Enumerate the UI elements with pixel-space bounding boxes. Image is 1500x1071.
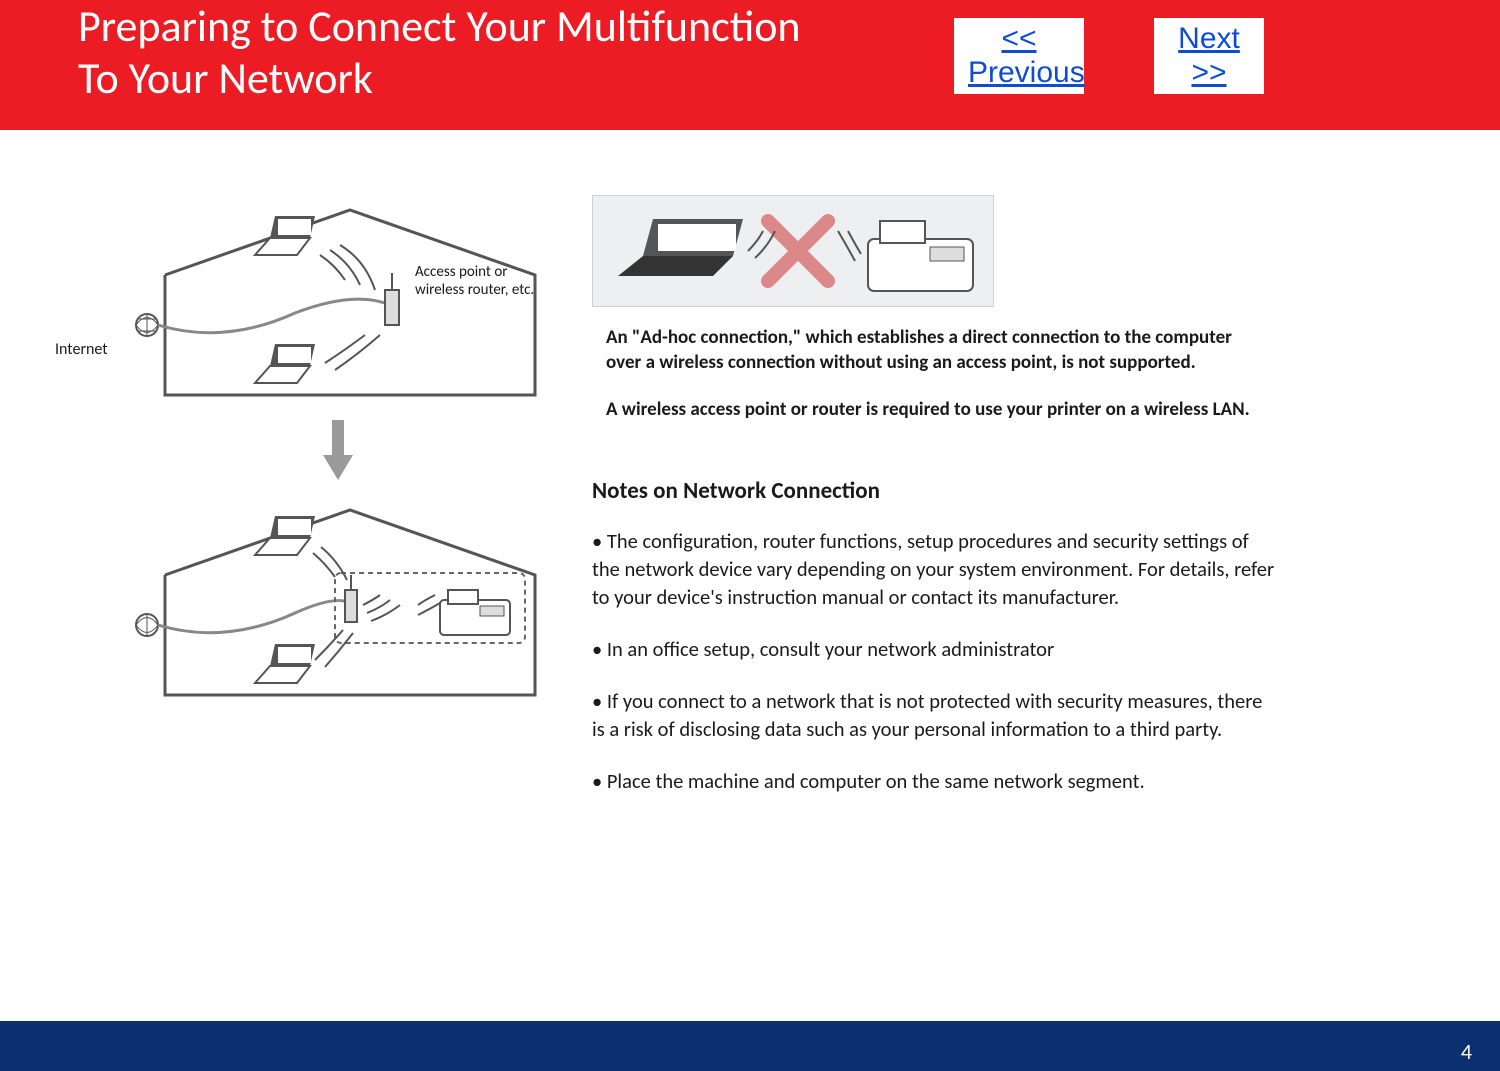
arrow-down-icon bbox=[323, 420, 353, 480]
diagram-infrastructure-after bbox=[135, 495, 540, 710]
bullet-2: • In an office setup, consult your netwo… bbox=[592, 635, 1277, 663]
page-title: Preparing to Connect Your Multifunction … bbox=[78, 0, 801, 104]
bullet-3: • If you connect to a network that is no… bbox=[592, 687, 1277, 743]
footer-bar: 4 bbox=[0, 1021, 1500, 1071]
adhoc-x-icon bbox=[593, 196, 993, 306]
diagram-adhoc-not-supported bbox=[592, 195, 994, 307]
notes-heading: Notes on Network Connection bbox=[592, 477, 1277, 505]
previous-button[interactable]: << Previous bbox=[954, 18, 1084, 94]
bullet-4: • Place the machine and computer on the … bbox=[592, 767, 1277, 795]
diagram-infrastructure-before: Internet Access point or wireless router… bbox=[135, 195, 540, 410]
page-number: 4 bbox=[1461, 1038, 1472, 1065]
content-body: Internet Access point or wireless router… bbox=[0, 130, 1500, 1021]
next-button[interactable]: Next >> bbox=[1154, 18, 1264, 94]
left-diagram-column: Internet Access point or wireless router… bbox=[135, 195, 540, 710]
title-line1: Preparing to Connect Your Multifunction bbox=[78, 0, 801, 53]
right-text-column: An "Ad-hoc connection," which establishe… bbox=[592, 195, 1277, 819]
access-point-label: Access point or wireless router, etc. bbox=[415, 263, 534, 299]
house-network-icon bbox=[135, 195, 540, 410]
internet-label: Internet bbox=[55, 340, 108, 359]
house-printer-icon bbox=[135, 495, 540, 710]
notes-bullets: • The configuration, router functions, s… bbox=[592, 527, 1277, 795]
header: Preparing to Connect Your Multifunction … bbox=[0, 0, 1500, 130]
bullet-1: • The configuration, router functions, s… bbox=[592, 527, 1277, 611]
title-line2: To Your Network bbox=[78, 51, 373, 105]
requirement-note: A wireless access point or router is req… bbox=[606, 397, 1266, 422]
adhoc-note: An "Ad-hoc connection," which establishe… bbox=[606, 325, 1266, 375]
page: Preparing to Connect Your Multifunction … bbox=[0, 0, 1500, 1071]
